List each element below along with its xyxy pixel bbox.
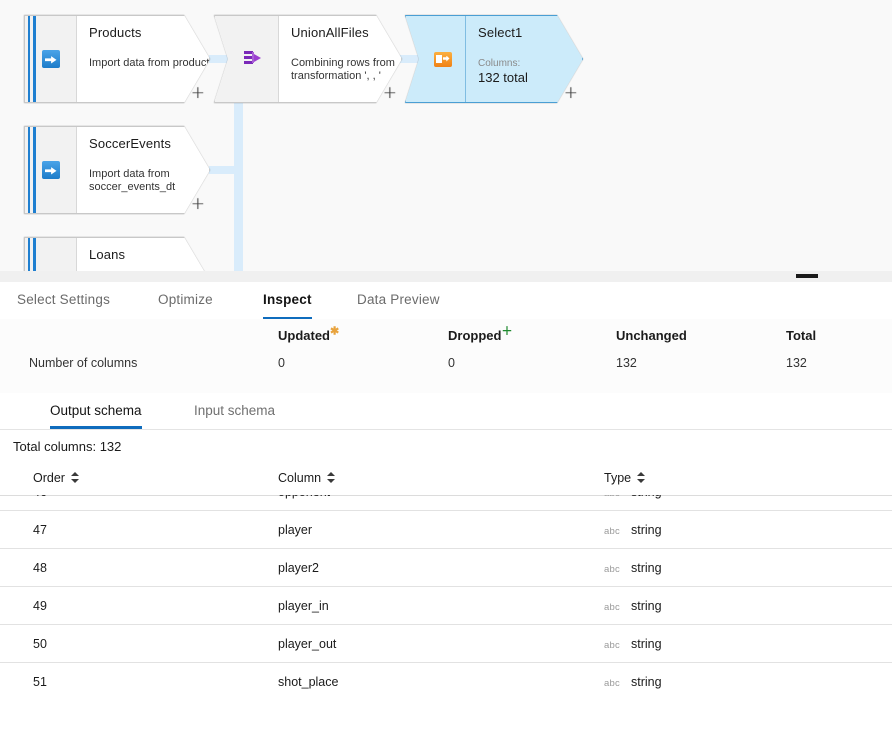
tab-optimize[interactable]: Optimize — [158, 282, 213, 319]
node-unionallfiles-title: UnionAllFiles — [291, 25, 369, 40]
cell-order: 50 — [33, 637, 47, 651]
sort-icon[interactable] — [327, 472, 336, 484]
summary-value-unchanged: 132 — [616, 356, 637, 370]
table-row[interactable]: 51 shot_place abc string — [0, 663, 892, 700]
node-unionallfiles[interactable]: UnionAllFiles Combining rows from transf… — [214, 15, 402, 103]
node-products-subtitle: Import data from products — [89, 57, 215, 69]
node-soccerevents-subtitle: Import data from soccer_events_dt — [89, 168, 176, 193]
cell-type: string — [631, 637, 662, 651]
subtab-output-schema[interactable]: Output schema — [50, 393, 142, 429]
tab-select-settings[interactable]: Select Settings — [17, 282, 110, 319]
node-select1-gutter — [406, 16, 466, 102]
node-select1-title: Select1 — [478, 25, 523, 40]
dataflow-canvas[interactable]: Products Import data from products + Soc… — [0, 0, 892, 272]
node-unionallfiles-add-button[interactable]: + — [383, 85, 397, 102]
summary-header-dropped-label: Dropped — [448, 328, 502, 343]
cell-order: 47 — [33, 523, 47, 537]
table-row[interactable]: 49 player_in abc string — [0, 587, 892, 625]
summary-header-updated-label: Updated — [278, 328, 330, 343]
cell-type: string — [631, 675, 662, 689]
cell-type: string — [631, 561, 662, 575]
source-icon — [42, 50, 60, 68]
dropped-marker-icon: ＋ — [501, 325, 513, 338]
cell-column: shot_place — [278, 675, 339, 689]
column-header-type[interactable]: Type — [604, 471, 646, 485]
node-soccerevents[interactable]: SoccerEvents Import data from soccer_eve… — [24, 126, 210, 214]
source-icon — [42, 161, 60, 179]
summary-value-total: 132 — [786, 356, 807, 370]
abc-type-icon: abc — [604, 526, 620, 537]
connector-soccerevents-to-trunk — [209, 166, 241, 174]
columns-summary: Number of columns Updated✱ Dropped＋ Unch… — [0, 319, 892, 394]
column-header-column[interactable]: Column — [278, 471, 336, 485]
cell-column: player_in — [278, 599, 329, 613]
node-select1[interactable]: Select1 Columns: 132 total + — [405, 15, 583, 103]
sort-icon[interactable] — [637, 472, 646, 484]
cell-column: opponent — [278, 495, 330, 499]
total-columns-text: Total columns: 132 — [13, 439, 122, 454]
schema-table-body: 46 opponent abc string 47 player abc str… — [0, 495, 892, 700]
summary-header-updated[interactable]: Updated✱ — [278, 325, 340, 343]
subtab-input-schema[interactable]: Input schema — [194, 393, 275, 429]
union-icon — [244, 50, 264, 68]
node-products[interactable]: Products Import data from products + — [24, 15, 210, 103]
node-products-add-button[interactable]: + — [191, 85, 205, 102]
cell-order: 46 — [33, 495, 47, 499]
inspect-panel: Select Settings Optimize Inspect Data Pr… — [0, 271, 892, 743]
schema-subtabs: Output schema Input schema — [0, 393, 892, 430]
summary-header-total[interactable]: Total — [786, 328, 816, 343]
sort-icon[interactable] — [70, 472, 79, 484]
summary-value-updated: 0 — [278, 356, 285, 370]
summary-header-unchanged[interactable]: Unchanged — [616, 328, 687, 343]
column-header-order-label: Order — [33, 471, 65, 485]
table-row[interactable]: 48 player2 abc string — [0, 549, 892, 587]
node-loans[interactable]: Loans — [24, 237, 210, 272]
table-row[interactable]: 50 player_out abc string — [0, 625, 892, 663]
cell-column: player2 — [278, 561, 319, 575]
cell-column: player_out — [278, 637, 337, 651]
schema-table-header: Order Column Type — [0, 466, 892, 496]
table-row[interactable]: 46 opponent abc string — [0, 495, 892, 511]
summary-header-dropped[interactable]: Dropped＋ — [448, 325, 513, 343]
app-root: Products Import data from products + Soc… — [0, 0, 892, 743]
abc-type-icon: abc — [604, 564, 620, 575]
cell-type: string — [631, 599, 662, 613]
summary-value-dropped: 0 — [448, 356, 455, 370]
node-unionallfiles-subtitle: Combining rows from transformation ', , … — [291, 57, 395, 82]
node-soccerevents-gutter — [25, 127, 77, 213]
cell-order: 49 — [33, 599, 47, 613]
node-products-title: Products — [89, 25, 142, 40]
abc-type-icon: abc — [604, 495, 620, 499]
schema-table-scroll[interactable]: 46 opponent abc string 47 player abc str… — [0, 495, 892, 743]
updated-marker-icon: ✱ — [330, 325, 340, 338]
abc-type-icon: abc — [604, 678, 620, 689]
node-products-gutter — [25, 16, 77, 102]
abc-type-icon: abc — [604, 640, 620, 651]
panel-resize-grip[interactable] — [0, 271, 892, 282]
cell-order: 48 — [33, 561, 47, 575]
column-header-order[interactable]: Order — [33, 471, 79, 485]
table-row[interactable]: 47 player abc string — [0, 511, 892, 549]
panel-collapse-icon[interactable] — [796, 274, 818, 278]
node-select1-columns-value: 132 total — [478, 70, 528, 85]
node-select1-add-button[interactable]: + — [564, 85, 578, 102]
cell-order: 51 — [33, 675, 47, 689]
summary-row-label: Number of columns — [29, 356, 138, 370]
abc-type-icon: abc — [604, 602, 620, 613]
node-select1-columns-label: Columns: — [478, 58, 521, 69]
panel-tabbar: Select Settings Optimize Inspect Data Pr… — [0, 282, 892, 320]
node-soccerevents-title: SoccerEvents — [89, 136, 172, 151]
cell-type: string — [631, 495, 662, 499]
cell-column: player — [278, 523, 313, 537]
node-soccerevents-add-button[interactable]: + — [191, 196, 205, 213]
node-loans-title: Loans — [89, 247, 126, 262]
cell-type: string — [631, 523, 662, 537]
select-icon — [434, 52, 452, 67]
node-loans-gutter — [25, 238, 77, 272]
column-header-column-label: Column — [278, 471, 322, 485]
tab-inspect[interactable]: Inspect — [263, 282, 312, 319]
node-unionallfiles-gutter — [215, 16, 279, 102]
tab-data-preview[interactable]: Data Preview — [357, 282, 440, 319]
column-header-type-label: Type — [604, 471, 632, 485]
